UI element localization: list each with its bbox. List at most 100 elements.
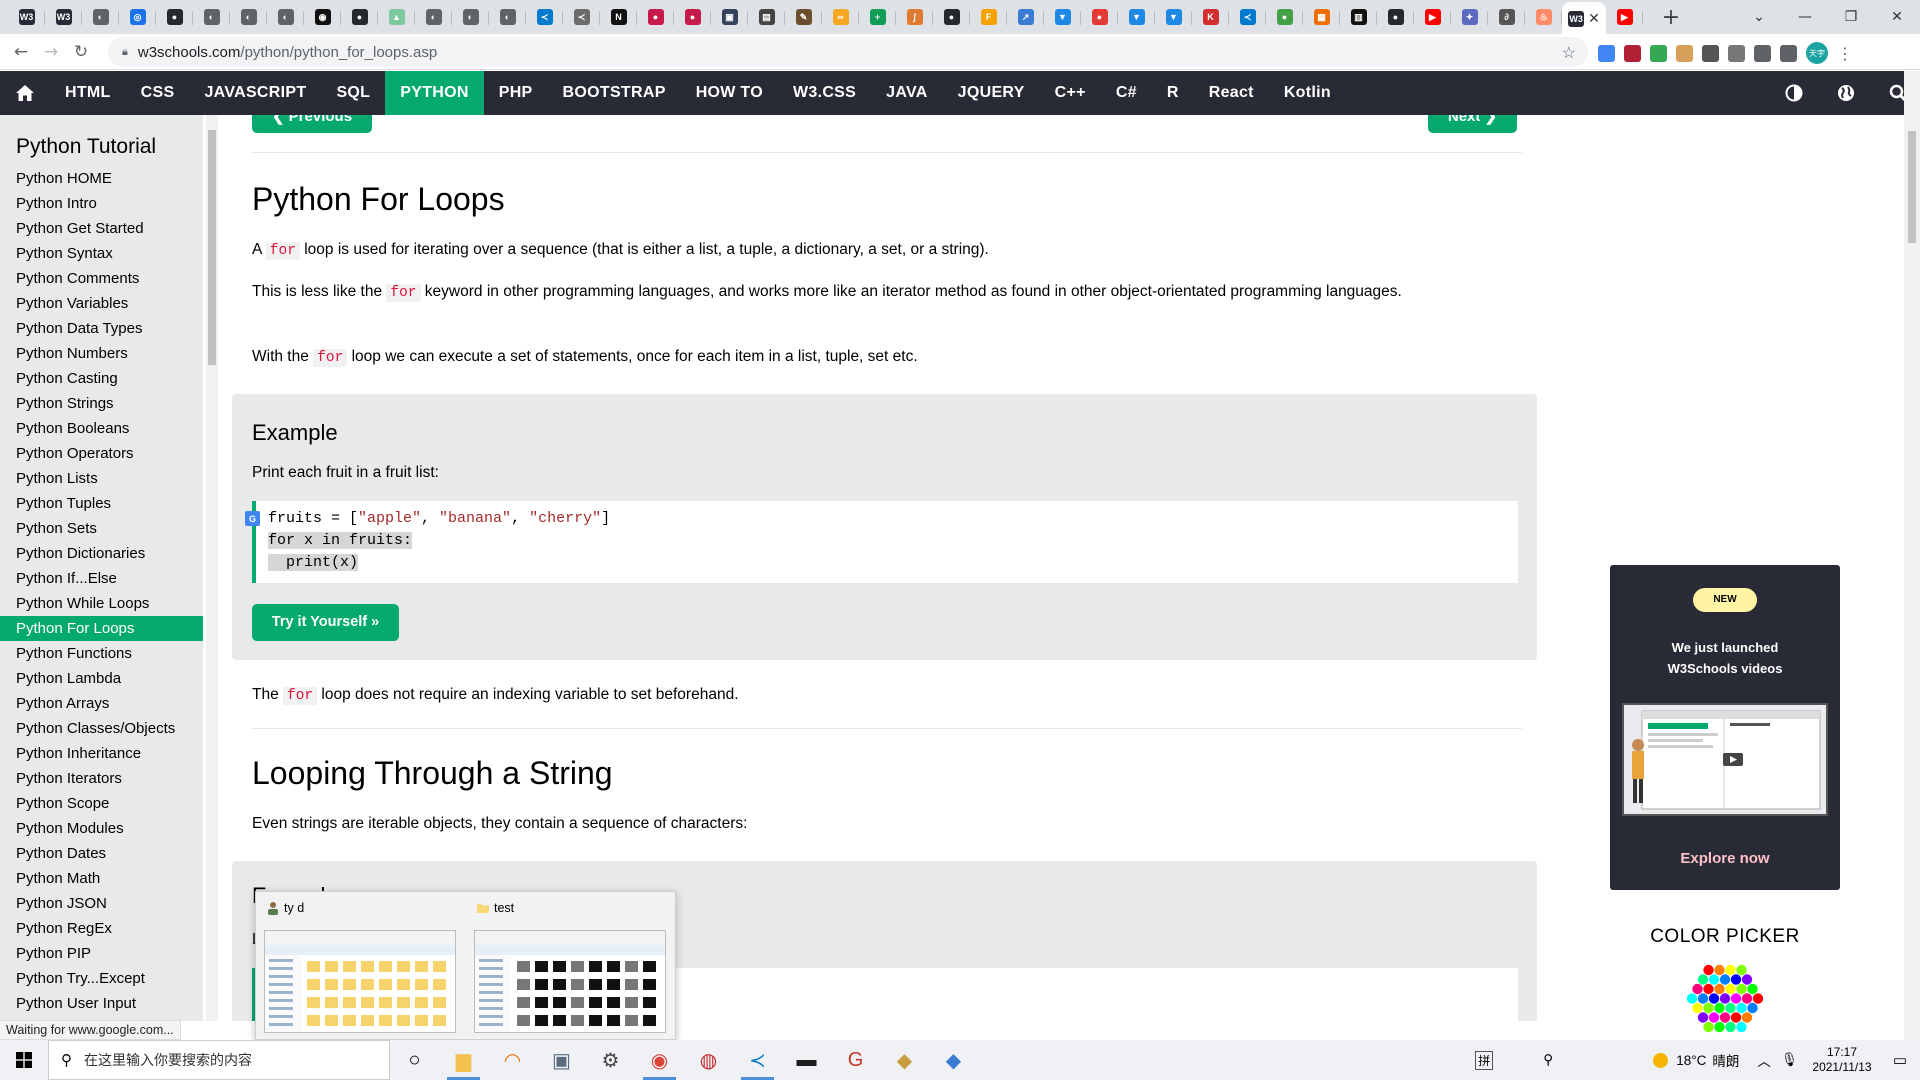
browser-tab[interactable]: ▼	[1155, 2, 1192, 32]
show-hidden-icons[interactable]: ︿	[1757, 1050, 1771, 1070]
browser-tab[interactable]: W3	[45, 2, 82, 32]
color-swatch[interactable]	[1703, 964, 1714, 976]
sidebar-item[interactable]: Python If...Else	[0, 566, 203, 591]
color-swatch[interactable]	[1692, 1002, 1703, 1014]
browser-tab[interactable]: ▦	[1303, 2, 1340, 32]
image-extension-icon[interactable]	[1728, 44, 1745, 62]
sidebar-item[interactable]: Python Tuples	[0, 491, 203, 516]
browser-tab[interactable]: ●	[1266, 2, 1303, 32]
nav-link-react[interactable]: React	[1194, 71, 1269, 115]
restore-button[interactable]: ❐	[1828, 9, 1874, 25]
nav-link-bootstrap[interactable]: BOOTSTRAP	[548, 71, 681, 115]
flag-extension-icon[interactable]	[1624, 44, 1641, 62]
close-tab-icon[interactable]: ✕	[1588, 11, 1600, 27]
sidebar-item[interactable]: Python For Loops	[0, 616, 203, 641]
color-swatch[interactable]	[1703, 983, 1714, 995]
browser-tab[interactable]: ◐	[452, 2, 489, 32]
browser-tab[interactable]: ≺	[526, 2, 563, 32]
browser-tab[interactable]: ✎	[785, 2, 822, 32]
browser-tab[interactable]: K	[1192, 2, 1229, 32]
browser-menu-icon[interactable]: ⋮	[1837, 44, 1853, 63]
color-swatch[interactable]	[1703, 1002, 1714, 1014]
address-bar[interactable]: 🔒︎ w3schools.com/python/python_for_loops…	[108, 37, 1588, 67]
browser-tab[interactable]: ●	[1081, 2, 1118, 32]
sidebar-item[interactable]: Python Booleans	[0, 416, 203, 441]
browser-tab[interactable]: ≺	[1229, 2, 1266, 32]
league-app-icon[interactable]: ◆	[880, 1040, 929, 1080]
color-swatch[interactable]	[1697, 974, 1709, 985]
color-swatch[interactable]	[1692, 983, 1703, 995]
puzzle-extension-icon[interactable]	[1754, 44, 1771, 62]
recorder-app-icon[interactable]: ◍	[684, 1040, 733, 1080]
nav-link-r[interactable]: R	[1152, 71, 1194, 115]
color-swatch[interactable]	[1719, 1012, 1731, 1023]
nav-link-how-to[interactable]: HOW TO	[681, 71, 778, 115]
color-swatch[interactable]	[1719, 974, 1731, 985]
nav-link-php[interactable]: PHP	[484, 71, 548, 115]
browser-tab[interactable]: N	[600, 2, 637, 32]
globe-icon[interactable]	[1836, 83, 1856, 103]
nav-link-jquery[interactable]: JQUERY	[943, 71, 1040, 115]
headset-app-icon[interactable]: ◠	[488, 1040, 537, 1080]
try-it-yourself-button[interactable]: Try it Yourself »	[252, 604, 399, 641]
nav-link-java[interactable]: JAVA	[871, 71, 943, 115]
active-browser-tab[interactable]: W3 ✕	[1562, 2, 1606, 35]
color-swatch[interactable]	[1730, 974, 1742, 985]
next-button[interactable]: Next ❯	[1428, 115, 1517, 133]
browser-tab[interactable]: ◐	[267, 2, 304, 32]
ime-indicator[interactable]: 拼	[1475, 1050, 1494, 1070]
browser-tab[interactable]: ♨	[1525, 2, 1562, 32]
color-swatch[interactable]	[1725, 1002, 1736, 1014]
minimize-button[interactable]: —	[1782, 9, 1828, 25]
sidebar-item[interactable]: Python Data Types	[0, 316, 203, 341]
sidebar-item[interactable]: Python Iterators	[0, 766, 203, 791]
contrast-icon[interactable]	[1784, 83, 1804, 103]
color-swatch[interactable]	[1708, 993, 1720, 1004]
video-ad[interactable]: NEW We just launched W3Schools videos Exp…	[1610, 565, 1840, 890]
new-tab-button[interactable]: +	[1657, 5, 1685, 30]
color-swatch[interactable]	[1741, 974, 1753, 985]
page-scroll-thumb[interactable]	[1908, 131, 1916, 243]
browser-tab[interactable]: W3	[8, 2, 45, 32]
browser-tab[interactable]: ≺	[563, 2, 600, 32]
nav-link-w3-css[interactable]: W3.CSS	[778, 71, 871, 115]
crx-extension-icon[interactable]	[1702, 44, 1719, 62]
browser-tab[interactable]: ●	[933, 2, 970, 32]
window-thumbnail-2[interactable]: test	[466, 892, 674, 1041]
sidebar-item[interactable]: Python Scope	[0, 791, 203, 816]
browser-tab[interactable]: ▼	[1118, 2, 1155, 32]
browser-tab[interactable]: ◐	[193, 2, 230, 32]
color-picker-hexagon[interactable]	[1686, 962, 1764, 1034]
sidebar-item[interactable]: Python Variables	[0, 291, 203, 316]
color-swatch[interactable]	[1697, 993, 1709, 1004]
nav-link-html[interactable]: HTML	[50, 71, 126, 115]
explore-now-link[interactable]: Explore now	[1610, 850, 1840, 867]
people-icon[interactable]: ⚲	[1543, 1052, 1553, 1068]
notification-icon[interactable]: ▭	[1880, 1051, 1920, 1069]
color-swatch[interactable]	[1736, 983, 1747, 995]
sidebar-item[interactable]: Python Get Started	[0, 216, 203, 241]
browser-tab[interactable]: ●	[1377, 2, 1414, 32]
color-swatch[interactable]	[1697, 1012, 1709, 1023]
color-swatch[interactable]	[1714, 964, 1725, 976]
page-scrollbar[interactable]	[1904, 71, 1920, 1040]
sidebar-item[interactable]: Python Classes/Objects	[0, 716, 203, 741]
browser-tab[interactable]: ▥	[1340, 2, 1377, 32]
sidebar-item[interactable]: Python Arrays	[0, 691, 203, 716]
sidebar-item[interactable]: Python HOME	[0, 166, 203, 191]
league-launcher-icon[interactable]: ◆	[929, 1040, 978, 1080]
color-swatch[interactable]	[1736, 1021, 1747, 1033]
nav-link-c-[interactable]: C#	[1101, 71, 1152, 115]
browser-tab[interactable]: ◐	[489, 2, 526, 32]
sidebar-item[interactable]: Python JSON	[0, 891, 203, 916]
file-explorer-icon[interactable]: ▆	[439, 1040, 488, 1080]
nav-link-css[interactable]: CSS	[126, 71, 190, 115]
home-icon[interactable]	[0, 71, 50, 115]
sidebar-scrollbar[interactable]	[206, 115, 218, 1021]
list-extension-icon[interactable]	[1780, 44, 1797, 62]
color-swatch[interactable]	[1730, 993, 1742, 1004]
vscode-icon[interactable]: ≺	[733, 1040, 782, 1080]
browser-tab[interactable]: ʃ	[896, 2, 933, 32]
browser-tab[interactable]: ◐	[82, 2, 119, 32]
color-swatch[interactable]	[1736, 964, 1747, 976]
